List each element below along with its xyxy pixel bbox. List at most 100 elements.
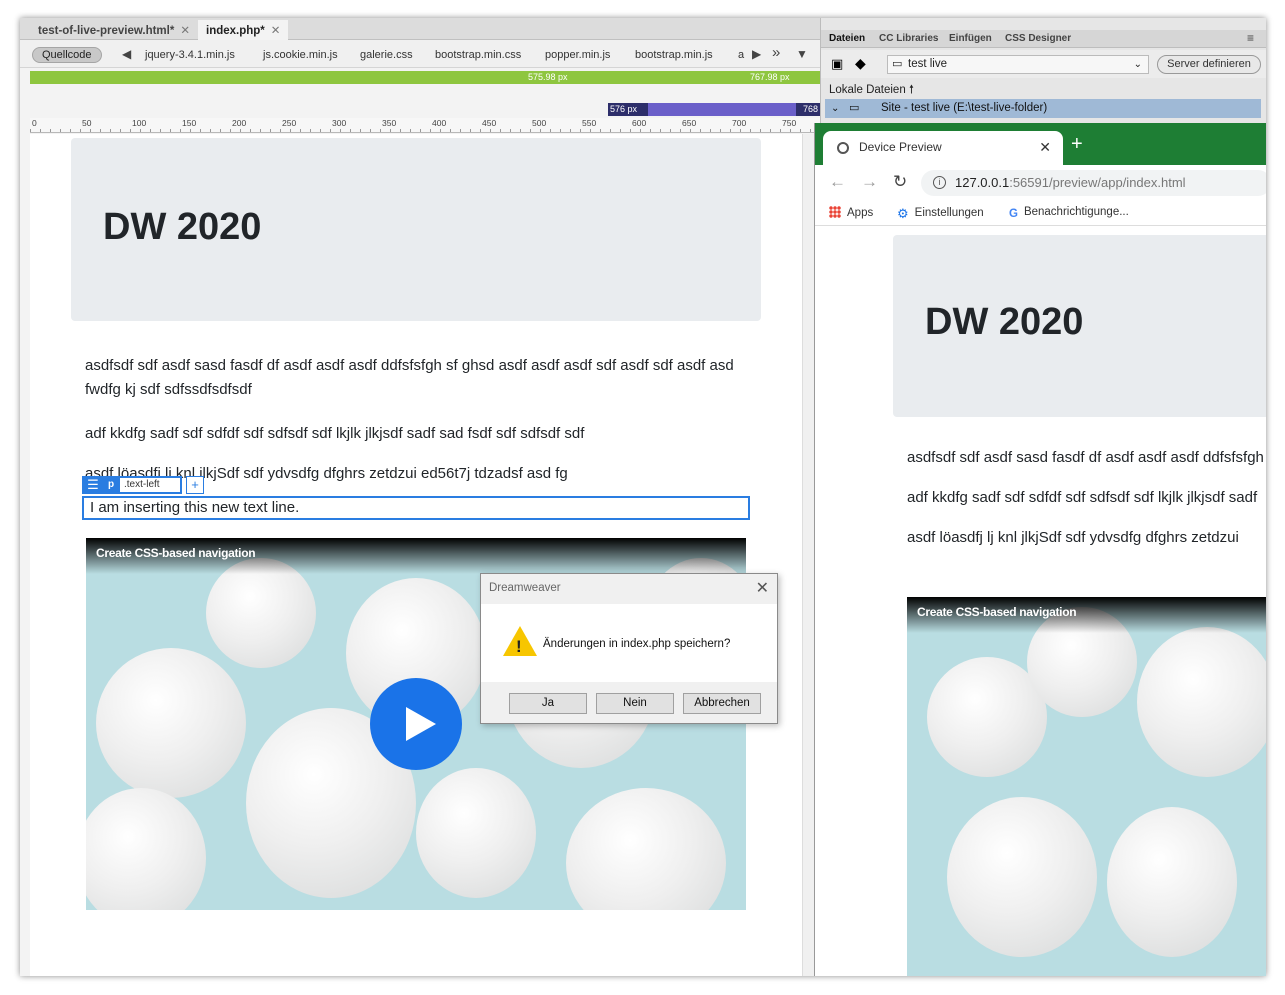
related-file[interactable]: bootstrap.min.js: [635, 49, 713, 61]
related-file[interactable]: galerie.css: [360, 49, 413, 61]
bubble: [416, 768, 536, 898]
chevron-down-icon: ⌄: [831, 103, 840, 114]
related-file[interactable]: bootstrap.min.css: [435, 49, 521, 61]
ruler-tick-label: 350: [382, 118, 397, 128]
selected-paragraph[interactable]: I am inserting this new text line.: [82, 496, 750, 520]
define-server-button[interactable]: Server definieren: [1157, 55, 1261, 74]
tab-css-designer[interactable]: CSS Designer: [1005, 33, 1071, 44]
reload-icon[interactable]: ↻: [893, 172, 907, 192]
ruler-tick-label: 0: [32, 118, 37, 128]
back-icon[interactable]: ←: [829, 172, 846, 192]
tab-cc-libraries[interactable]: CC Libraries: [879, 33, 938, 44]
bubble: [206, 558, 316, 668]
related-file[interactable]: js.cookie.min.js: [263, 49, 338, 61]
paragraph: adf kkdfg sadf sdf sdfdf sdf sdfsdf sdf …: [907, 489, 1258, 506]
url-input[interactable]: i 127.0.0.1:56591/preview/app/index.html: [921, 170, 1266, 196]
hamburger-icon[interactable]: ☰: [82, 476, 104, 494]
jumbotron: DW 2020: [893, 235, 1266, 417]
browser-tab[interactable]: Device Preview ✕: [823, 131, 1063, 165]
bookmark-apps[interactable]: Apps: [829, 206, 873, 219]
ruler-tick-label: 100: [132, 118, 147, 128]
video-player[interactable]: Create CSS-based navigation: [907, 597, 1266, 976]
scroll-right-icon[interactable]: ▶: [752, 47, 761, 61]
paragraph[interactable]: adf kkdfg sadf sdf sdfdf sdf sdfsdf sdf …: [85, 422, 745, 446]
more-icon[interactable]: »: [772, 44, 780, 61]
mq-label: 576 px: [610, 104, 638, 114]
media-query-bar-max[interactable]: 575.98 px 767.98 px: [30, 71, 820, 84]
app-window: test-of-live-preview.html* ✕ index.php* ✕ …: [20, 18, 1266, 976]
related-file[interactable]: jquery-3.4.1.min.js: [145, 49, 235, 61]
git-icon[interactable]: ◆: [855, 55, 866, 72]
class-field[interactable]: .text-left: [118, 476, 182, 494]
bookmark-label: Einstellungen: [914, 207, 984, 219]
ruler-tick-label: 450: [482, 118, 497, 128]
class-name: .text-left: [120, 478, 180, 492]
url-host: 127.0.0.1: [955, 175, 1010, 190]
site-tree-row[interactable]: ⌄ ▭ Site - test live (E:\test-live-folde…: [825, 99, 1261, 118]
related-file[interactable]: popper.min.js: [545, 49, 610, 61]
video-title: Create CSS-based navigation: [96, 546, 256, 560]
local-files-label: Lokale Dateien: [829, 84, 906, 96]
info-icon[interactable]: i: [933, 176, 946, 189]
jumbotron[interactable]: DW 2020: [71, 138, 761, 321]
video-title: Create CSS-based navigation: [917, 605, 1077, 619]
source-code-button[interactable]: Quellcode: [32, 47, 102, 63]
dialog-body: ! Änderungen in index.php speichern?: [481, 604, 777, 682]
page-heading[interactable]: DW 2020: [103, 206, 261, 249]
mq-label: 575.98 px: [528, 72, 568, 82]
close-icon[interactable]: ✕: [180, 25, 190, 37]
element-hud: ☰ p .text-left +: [82, 476, 204, 494]
bookmarks-bar: Apps ⚙ Einstellungen G Benachrichtigunge..…: [815, 200, 1266, 226]
ruler-tick-label: 400: [432, 118, 447, 128]
forward-icon[interactable]: →: [861, 172, 878, 192]
bubble: [566, 788, 726, 910]
paragraph: asdf löasdfj lj knl jlkjSdf sdf ydvsdfg …: [907, 529, 1239, 546]
site-dropdown[interactable]: ▭ test live ⌄: [887, 55, 1149, 74]
tab-files[interactable]: Dateien: [829, 33, 865, 44]
browser-tabbar: Device Preview ✕ +: [815, 123, 1266, 165]
mq-label: 768: [802, 104, 818, 114]
address-bar-row: ← → ↻ i 127.0.0.1:56591/preview/app/inde…: [815, 165, 1266, 200]
folder-icon: ▭: [849, 102, 860, 114]
play-icon[interactable]: [370, 678, 462, 770]
bubble: [1137, 627, 1266, 777]
ruler-tick-label: 150: [182, 118, 197, 128]
save-dialog: Dreamweaver ✕ ! Änderungen in index.php …: [480, 573, 778, 724]
doc-tab-label: index.php*: [206, 25, 265, 37]
ruler-tick-label: 700: [732, 118, 747, 128]
tab-insert[interactable]: Einfügen: [949, 33, 992, 44]
paragraph[interactable]: asdfsdf sdf asdf sasd fasdf df asdf asdf…: [85, 354, 745, 402]
related-file[interactable]: a: [738, 49, 744, 61]
media-query-bar-min[interactable]: 576 px 768: [608, 103, 820, 116]
add-class-icon[interactable]: +: [186, 476, 204, 494]
cancel-button[interactable]: Abbrechen: [683, 693, 761, 714]
bookmark-label: Benachrichtigunge...: [1023, 206, 1129, 218]
bubble: [947, 797, 1097, 957]
new-tab-icon[interactable]: +: [1071, 133, 1083, 156]
close-icon[interactable]: ✕: [271, 25, 281, 37]
globe-icon: [837, 142, 849, 154]
folder-icon: ▭: [892, 58, 903, 70]
bookmark-settings[interactable]: ⚙ Einstellungen: [897, 206, 984, 221]
files-toolbar: ▣ ◆ ▭ test live ⌄ Server definieren: [821, 50, 1266, 78]
close-icon[interactable]: ✕: [1039, 139, 1051, 156]
panel-menu-icon[interactable]: ≡: [1247, 31, 1254, 45]
yes-button[interactable]: Ja: [509, 693, 587, 714]
bookmark-notifications[interactable]: G Benachrichtigunge...: [1009, 206, 1129, 220]
related-files-bar: Quellcode ◀ jquery-3.4.1.min.js js.cooki…: [20, 40, 820, 68]
scroll-left-icon[interactable]: ◀: [122, 47, 131, 61]
horizontal-ruler: 0 50 100 150 200 250 300 350 400 450 500 550 600 650 7…: [30, 118, 820, 133]
ruler-tick-label: 250: [282, 118, 297, 128]
doc-tab-live-preview[interactable]: test-of-live-preview.html* ✕: [30, 20, 198, 40]
connect-icon[interactable]: ▣: [831, 56, 843, 72]
gear-icon: ⚙: [897, 206, 909, 221]
dialog-message: Änderungen in index.php speichern?: [543, 638, 731, 650]
no-button[interactable]: Nein: [596, 693, 674, 714]
bookmark-label: Apps: [847, 207, 874, 219]
filter-icon[interactable]: ▼: [796, 47, 808, 61]
close-icon[interactable]: ✕: [756, 578, 769, 598]
apps-grid-icon: [829, 206, 841, 218]
doc-tab-index[interactable]: index.php* ✕: [198, 20, 289, 40]
bubble: [1107, 807, 1237, 957]
ruler-tick-label: 550: [582, 118, 597, 128]
